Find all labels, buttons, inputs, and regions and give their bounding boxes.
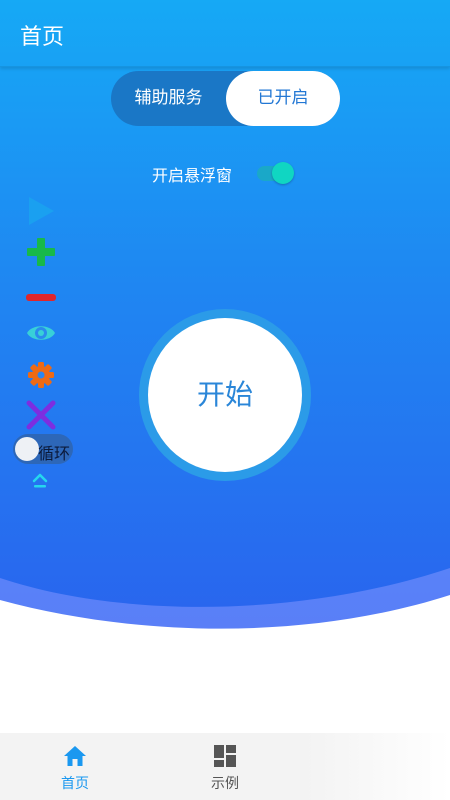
background-wave xyxy=(0,568,450,660)
grid-icon xyxy=(213,745,237,767)
loop-toggle[interactable]: 循环 xyxy=(13,434,73,464)
nav-item-home[interactable]: 首页 xyxy=(40,733,110,800)
nav-item-example[interactable]: 示例 xyxy=(190,733,260,800)
bottom-navigation: 首页 示例 xyxy=(0,733,450,800)
switch-thumb xyxy=(272,162,294,184)
plus-icon[interactable] xyxy=(25,236,57,268)
service-enabled-state[interactable]: 已开启 xyxy=(226,71,340,126)
page-title: 首页 xyxy=(20,25,65,50)
floating-window-label: 开启悬浮窗 xyxy=(152,166,233,185)
floating-window-switch[interactable] xyxy=(257,162,295,184)
nav-label-home: 首页 xyxy=(61,776,89,792)
gear-icon[interactable] xyxy=(28,362,54,388)
play-icon[interactable] xyxy=(27,196,55,226)
chevron-up-icon[interactable] xyxy=(31,472,49,490)
loop-label: 循环 xyxy=(38,444,71,463)
start-button[interactable]: 开始 xyxy=(148,318,302,472)
home-icon xyxy=(63,745,87,767)
eye-icon[interactable] xyxy=(26,322,56,344)
close-icon[interactable] xyxy=(25,399,57,431)
app-bar: 首页 xyxy=(0,0,450,67)
nav-label-example: 示例 xyxy=(211,776,239,792)
minus-icon[interactable] xyxy=(26,288,56,301)
loop-toggle-knob xyxy=(15,437,39,461)
accessibility-service-toggle[interactable]: 辅助服务 已开启 xyxy=(111,71,340,126)
accessibility-service-label[interactable]: 辅助服务 xyxy=(111,71,226,126)
